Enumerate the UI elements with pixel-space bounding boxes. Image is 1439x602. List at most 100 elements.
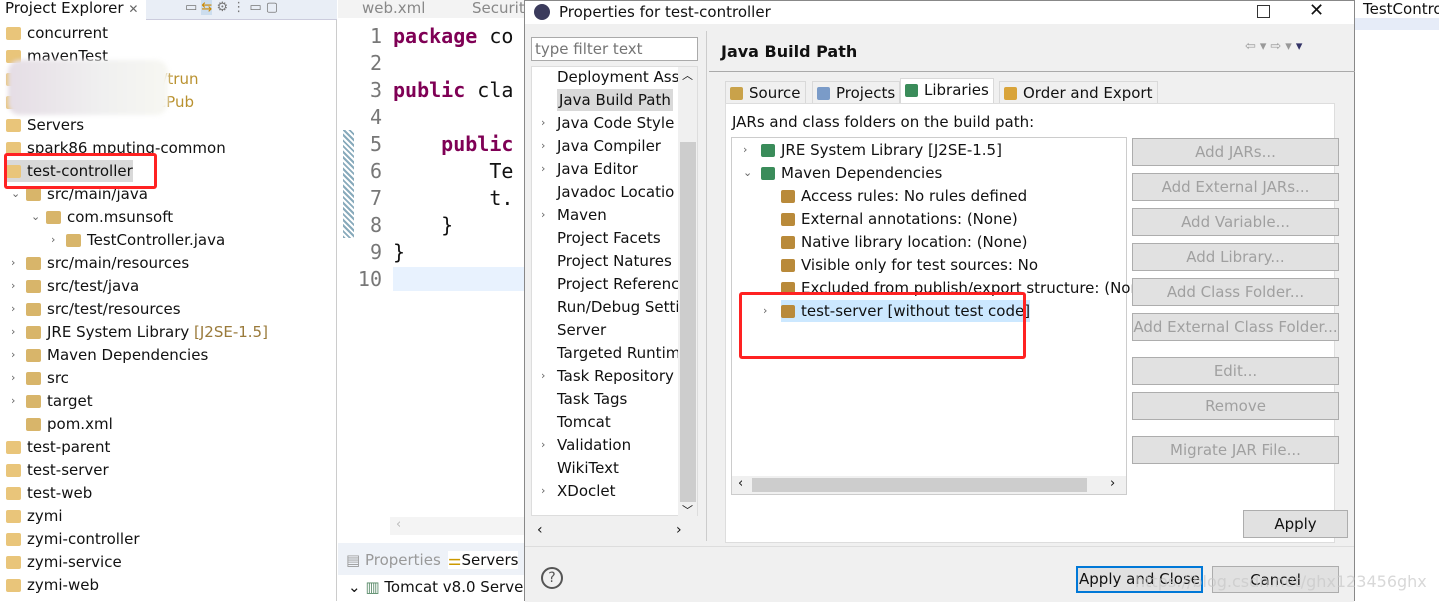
nav-item[interactable]: Java Build Path	[557, 89, 673, 111]
tree-item[interactable]: zymi-service	[6, 551, 122, 573]
chevron-right-icon[interactable]: ›	[541, 135, 545, 157]
server-item[interactable]: ⌄ ▥ Tomcat v8.0 Server	[348, 578, 530, 596]
tree-item[interactable]: › JRE System Library [J2SE-1.5]	[11, 321, 268, 343]
add-class-folder-button[interactable]: Add Class Folder...	[1132, 278, 1339, 306]
chevron-right-icon[interactable]: ›	[541, 434, 545, 456]
remove-button[interactable]: Remove	[1132, 392, 1339, 420]
tab-servers[interactable]: ⚌Servers	[448, 551, 519, 569]
tree-item[interactable]: ⌄ com.msunsoft	[31, 206, 173, 228]
tree-horizontal-scrollbar[interactable]: ‹ ›	[732, 476, 1126, 494]
chevron-right-icon[interactable]: ›	[11, 390, 15, 412]
tree-item[interactable]: test-web	[6, 482, 92, 504]
edit-button[interactable]: Edit...	[1132, 357, 1339, 385]
tree-item[interactable]: › src/test/resources	[11, 298, 181, 320]
classpath-entry[interactable]: Visible only for test sources: No	[781, 254, 1038, 276]
tab-source[interactable]: Source	[725, 81, 806, 104]
tree-item[interactable]: › TestController.java	[51, 229, 225, 251]
tree-item[interactable]: › src	[11, 367, 69, 389]
add-jars-button[interactable]: Add JARs...	[1132, 138, 1339, 166]
nav-horizontal-scrollbar[interactable]: ‹ ›	[531, 522, 698, 542]
nav-item[interactable]: Run/Debug Setti	[557, 296, 680, 318]
add-library-button[interactable]: Add Library...	[1132, 243, 1339, 271]
tree-item[interactable]: Servers	[6, 114, 84, 136]
chevron-right-icon[interactable]: ›	[541, 158, 545, 180]
chevron-right-icon[interactable]: ›	[11, 344, 15, 366]
nav-item[interactable]: › Maven	[541, 204, 607, 226]
code-line[interactable]: }	[393, 213, 453, 237]
tree-item[interactable]: pom.xml	[26, 413, 113, 435]
chevron-right-icon[interactable]: ›	[541, 480, 545, 502]
editor-tab[interactable]: Securit	[472, 0, 525, 16]
nav-vertical-scrollbar[interactable]: ︿ ﹀	[678, 67, 697, 522]
tree-item[interactable]: › src/main/resources	[11, 252, 189, 274]
tree-item[interactable]: concurrent	[6, 22, 108, 44]
tree-item[interactable]: test-parent	[6, 436, 110, 458]
nav-item[interactable]: › Java Compiler	[541, 135, 661, 157]
chevron-right-icon[interactable]: ›	[11, 321, 15, 343]
migrate-jar-file-button[interactable]: Migrate JAR File...	[1132, 436, 1339, 464]
tab-libraries[interactable]: Libraries	[900, 78, 994, 104]
chevron-right-icon[interactable]: ›	[11, 367, 15, 389]
code-line[interactable]: Te	[393, 159, 513, 183]
add-external-jars-button[interactable]: Add External JARs...	[1132, 173, 1339, 201]
tab-projects[interactable]: Projects	[812, 81, 901, 104]
code-line[interactable]: public	[393, 132, 513, 156]
editor-tab[interactable]: web.xml	[362, 0, 425, 16]
nav-item[interactable]: WikiText	[557, 457, 619, 479]
horizontal-scrollbar[interactable]: ‹	[390, 517, 525, 535]
code-line[interactable]: }	[393, 240, 405, 264]
nav-item[interactable]: Javadoc Locatio	[557, 181, 674, 203]
sash[interactable]	[706, 31, 707, 541]
nav-item[interactable]: Project Natures	[557, 250, 672, 272]
tab-order-and-export[interactable]: Order and Export	[999, 81, 1158, 104]
maximize-button[interactable]	[1257, 5, 1270, 18]
filter-input[interactable]	[531, 37, 698, 61]
tree-item[interactable]: zymi-controller	[6, 528, 140, 550]
nav-item[interactable]: › Java Code Style	[541, 112, 674, 134]
scroll-thumb[interactable]	[680, 142, 696, 502]
nav-item[interactable]: › Task Repository	[541, 365, 674, 387]
chevron-right-icon[interactable]: ›	[541, 204, 545, 226]
tree-item[interactable]: › Maven Dependencies	[11, 344, 208, 366]
apply-button[interactable]: Apply	[1243, 510, 1348, 538]
chevron-right-icon[interactable]: ›	[51, 229, 55, 251]
nav-item[interactable]: Task Tags	[557, 388, 627, 410]
nav-item[interactable]: Tomcat	[557, 411, 611, 433]
classpath-entry[interactable]: Access rules: No rules defined	[781, 185, 1027, 207]
add-external-class-folder-button[interactable]: Add External Class Folder...	[1132, 313, 1339, 341]
tree-item[interactable]: test-server	[6, 459, 109, 481]
code-line[interactable]: public cla	[393, 78, 513, 102]
project-explorer-tab[interactable]: Project Explorer ✕	[0, 0, 146, 20]
nav-item[interactable]: Deployment Ass	[557, 66, 679, 88]
tab-properties[interactable]: ▤ Properties	[346, 551, 441, 569]
link-editor-icon[interactable]: ⇆	[201, 0, 213, 15]
nav-item[interactable]: Targeted Runtim	[557, 342, 680, 364]
chevron-right-icon[interactable]: ›	[11, 275, 15, 297]
code-line[interactable]: package co	[393, 24, 513, 48]
tree-item[interactable]: zymi-web	[6, 574, 99, 596]
classpath-entry[interactable]: ⌄ Maven Dependencies	[743, 162, 942, 184]
nav-item[interactable]: Server	[557, 319, 606, 341]
tree-item[interactable]: › target	[11, 390, 93, 412]
chevron-right-icon[interactable]: ›	[541, 365, 545, 387]
help-icon[interactable]: ?	[541, 567, 563, 589]
nav-item[interactable]: Project Facets	[557, 227, 661, 249]
nav-item[interactable]: › Validation	[541, 434, 631, 456]
close-icon[interactable]: ✕	[128, 2, 138, 16]
history-nav[interactable]: ⇦▾⇨▾▾	[1245, 39, 1306, 54]
classpath-entry[interactable]: Native library location: (None)	[781, 231, 1028, 253]
classpath-entry[interactable]: External annotations: (None)	[781, 208, 1018, 230]
nav-item[interactable]: › XDoclet	[541, 480, 616, 502]
close-button[interactable]: ✕	[1309, 0, 1324, 22]
tree-item[interactable]: zymi	[6, 505, 63, 527]
chevron-down-icon[interactable]: ⌄	[31, 206, 40, 228]
chevron-right-icon[interactable]: ›	[743, 139, 747, 161]
add-variable-button[interactable]: Add Variable...	[1132, 208, 1339, 236]
editor-tab[interactable]: TestContro	[1363, 0, 1439, 18]
tree-item[interactable]: › src/test/java	[11, 275, 139, 297]
nav-item[interactable]: Project Referenc	[557, 273, 679, 295]
chevron-right-icon[interactable]: ›	[11, 252, 15, 274]
code-line[interactable]: t.	[393, 186, 513, 210]
chevron-down-icon[interactable]: ⌄	[743, 162, 752, 184]
chevron-right-icon[interactable]: ›	[11, 298, 15, 320]
